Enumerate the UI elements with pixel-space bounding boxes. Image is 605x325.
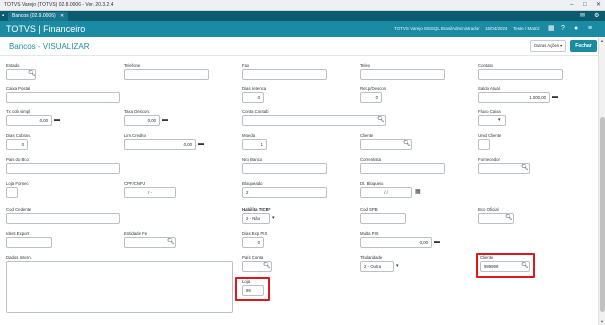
tab-bar: ▪ Bancos (02.9.0006) ✕ ✉ ⚙ <box>0 11 605 21</box>
chevron-down-icon[interactable]: ▾ <box>272 214 275 223</box>
scroll-up-icon[interactable]: ▲ <box>600 38 604 43</box>
moeda-field[interactable]: 1 <box>242 139 267 150</box>
contato-field[interactable] <box>478 69 563 80</box>
grid-icon[interactable]: ▦ <box>548 21 555 37</box>
bloqueado-field[interactable]: 2 <box>242 187 327 198</box>
search-icon[interactable]: 🔍︎ <box>28 70 36 79</box>
caixa-postal-field[interactable] <box>6 92 120 103</box>
fax-field[interactable] <box>242 69 327 80</box>
chevron-down-icon[interactable]: ▾ <box>498 116 501 125</box>
taxa-descon-field[interactable]: 0,00 <box>124 115 160 126</box>
help-icon[interactable]: ? <box>561 21 565 37</box>
close-button[interactable]: Fechar <box>570 40 597 52</box>
maximize-button[interactable]: □ <box>583 0 587 11</box>
cod-spb-field[interactable] <box>360 213 406 224</box>
vertical-scrollbar[interactable]: ▲ ▼ <box>598 37 605 325</box>
ident-export-field[interactable] <box>6 237 52 248</box>
correntista-field[interactable] <box>360 163 445 174</box>
module-header: TOTVS | Financeiro TOTVS Varejo MSSQL Br… <box>0 21 605 37</box>
search-icon[interactable]: 🔍︎ <box>505 214 513 223</box>
loja-fornec-field[interactable] <box>6 187 18 198</box>
telefone-field[interactable] <box>124 69 209 80</box>
habilita-ticb-select[interactable]: 2 - Não <box>242 213 270 224</box>
more-actions-button[interactable]: Outras Ações ▾ <box>530 40 566 52</box>
more-actions-label: Outras Ações <box>533 43 559 48</box>
dt-bloqueio-field[interactable]: / / <box>360 187 412 198</box>
tab-label: Bancos (02.9.0006) <box>12 13 56 19</box>
search-icon[interactable]: 🔍︎ <box>403 140 411 149</box>
search-icon[interactable]: 🔍︎ <box>167 238 175 247</box>
brand-title: TOTVS | Financeiro <box>6 24 86 34</box>
app-icon: ▪ <box>2 13 5 19</box>
dados-intern-textarea[interactable] <box>6 261 233 313</box>
money-icon[interactable]: ▬ <box>552 93 558 102</box>
money-icon[interactable]: ▬ <box>198 140 204 149</box>
window-title: TOTVS Varejo (TOTVS) 02.8.0006 - Ver. 20… <box>4 2 114 8</box>
current-date: 16/04/2024 <box>485 26 508 31</box>
unid-cliente-field[interactable] <box>478 139 490 150</box>
tab-close-icon[interactable]: ✕ <box>60 13 64 19</box>
product-name: TOTVS Varejo MSSQL Brasil <box>394 26 453 31</box>
dias-retencao-field[interactable]: 0 <box>242 92 264 103</box>
search-icon[interactable]: 🔍︎ <box>263 262 271 271</box>
user-name: Administrador <box>452 26 480 31</box>
money-icon[interactable]: ▬ <box>434 238 440 247</box>
chevron-down-icon: ▾ <box>560 43 563 48</box>
search-icon[interactable]: 🔍︎ <box>377 116 385 125</box>
cod-cedente-field[interactable] <box>6 213 120 224</box>
conta-contab-field[interactable] <box>242 115 386 126</box>
page-header: Bancos - VISUALIZAR <box>0 37 598 56</box>
branch-name[interactable]: Teste / Matriz <box>513 21 540 37</box>
chevron-down-icon[interactable]: ▾ <box>396 262 399 271</box>
page-title: Bancos - VISUALIZAR <box>9 42 90 51</box>
money-icon[interactable]: ▬ <box>162 116 168 125</box>
money-icon[interactable]: ▬ <box>54 116 60 125</box>
bank-form: Estado 🔍︎ Telefone Fax Telex Contato Cai… <box>0 57 598 325</box>
dias-exp-pix-field[interactable]: 0 <box>242 237 264 248</box>
dias-cobran-field[interactable]: 0 <box>6 139 28 150</box>
scroll-down-icon[interactable]: ▼ <box>600 319 604 324</box>
saldo-atual-field[interactable]: 1.000,00 <box>478 92 550 103</box>
scrollbar-thumb[interactable] <box>600 117 605 312</box>
pais-bco-field[interactable] <box>6 163 120 174</box>
search-icon[interactable]: 🔍︎ <box>521 262 529 271</box>
minimize-button[interactable]: – <box>570 0 573 11</box>
lim-credito-field[interactable]: 0,00 <box>124 139 196 150</box>
loja-field[interactable]: 99 <box>242 285 264 296</box>
tx-cob-simpl-field[interactable]: 0,00 <box>6 115 52 126</box>
cpf-cnpj-field[interactable]: / - <box>124 187 176 198</box>
ret-descon-field[interactable]: 0 <box>360 92 382 103</box>
mail-icon[interactable]: ✉ <box>580 11 585 21</box>
titularidade-select[interactable]: 2 - Outra <box>360 261 394 272</box>
multa-pix-field[interactable]: 0,00 <box>360 237 432 248</box>
fluxo-caixa-select[interactable] <box>478 115 506 126</box>
telex-field[interactable] <box>360 69 445 80</box>
close-window-button[interactable]: ✕ <box>596 0 601 11</box>
tab-bancos[interactable]: Bancos (02.9.0006) ✕ <box>8 12 69 21</box>
search-icon[interactable]: 🔍︎ <box>521 164 529 173</box>
menu-icon[interactable]: ≡ <box>588 21 592 37</box>
window-title-bar: TOTVS Varejo (TOTVS) 02.8.0006 - Ver. 20… <box>0 0 605 11</box>
user-icon[interactable]: ● <box>574 21 578 37</box>
nro-banco-field[interactable] <box>242 163 327 174</box>
gear-icon[interactable]: ⚙ <box>594 11 599 21</box>
calendar-icon[interactable]: ▦ <box>415 188 421 197</box>
